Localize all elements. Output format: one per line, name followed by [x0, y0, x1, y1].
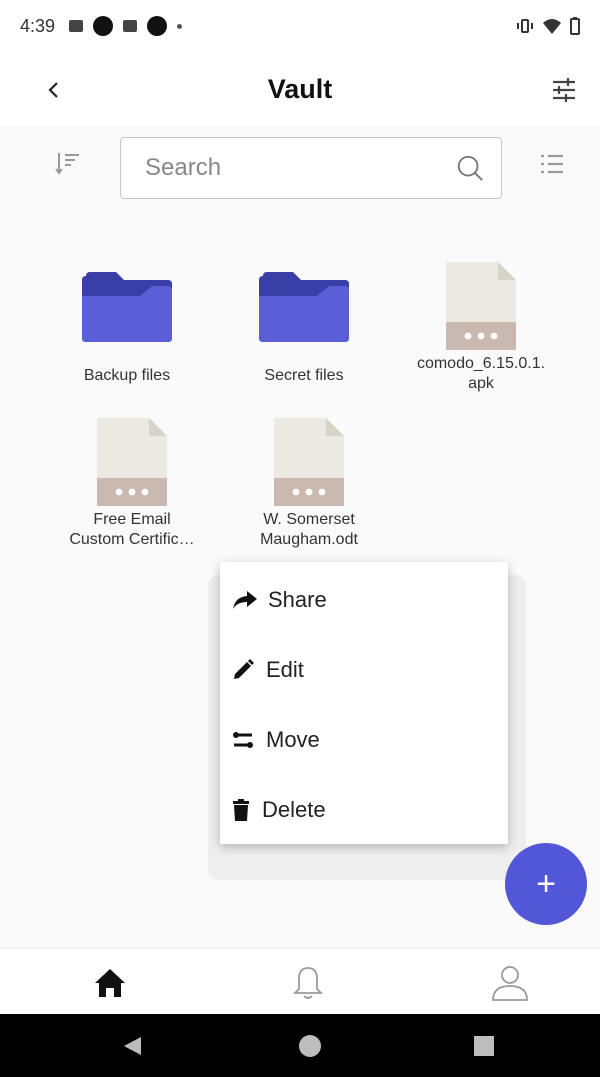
system-recents-button[interactable]: [470, 1032, 498, 1060]
home-circle-icon: [299, 1035, 321, 1057]
back-triangle-icon: [124, 1037, 141, 1055]
item-name-line1: comodo_6.15.0.1.: [416, 355, 546, 372]
system-back-button[interactable]: [118, 1032, 146, 1060]
item-name: Backup files: [83, 367, 171, 384]
share-icon: [232, 587, 258, 613]
image-notification-icon: [69, 20, 84, 32]
search-box[interactable]: [120, 137, 502, 199]
item-name-line2: Maugham.odt: [260, 531, 358, 548]
file-item[interactable]: Free Email Custom Certific…: [47, 418, 217, 550]
file-icon: [97, 418, 167, 506]
folder-icon: [259, 272, 349, 342]
tune-icon: [553, 78, 575, 102]
person-icon: [492, 966, 528, 1001]
menu-item-label: Delete: [262, 797, 326, 822]
folder-item[interactable]: Backup files: [42, 272, 212, 386]
dot-notification-icon-2: [147, 16, 168, 36]
back-button[interactable]: [36, 72, 72, 108]
item-name-line2: Custom Certific…: [69, 531, 195, 548]
status-time: 4:39: [20, 15, 56, 36]
battery-icon: [570, 17, 580, 35]
page-title: Vault: [267, 73, 333, 104]
plus-icon: +: [536, 864, 556, 903]
menu-item-label: Share: [268, 587, 327, 612]
folder-item[interactable]: Secret files: [219, 272, 389, 386]
item-name-line1: Free Email: [93, 511, 171, 528]
notification-icons: [69, 16, 183, 36]
item-name-line1: W. Somerset: [263, 511, 355, 528]
sort-button[interactable]: [48, 144, 88, 184]
home-icon: [95, 969, 125, 997]
wifi-icon: [543, 19, 561, 34]
sort-icon: [55, 153, 79, 175]
menu-item-edit[interactable]: Edit: [220, 635, 508, 705]
nav-profile[interactable]: [488, 961, 532, 1005]
status-right: [516, 17, 580, 35]
menu-item-delete[interactable]: Delete: [220, 775, 508, 845]
file-icon: [446, 262, 516, 350]
more-notifications-icon: [177, 23, 183, 29]
item-name-line2: apk: [468, 375, 494, 392]
mail-notification-icon: [123, 20, 138, 32]
vibrate-icon: [517, 19, 533, 33]
folder-icon: [82, 272, 172, 342]
menu-item-move[interactable]: Move: [220, 705, 508, 775]
search-input[interactable]: [145, 154, 455, 182]
dot-notification-icon: [93, 16, 114, 36]
trash-icon: [232, 797, 250, 823]
recents-square-icon: [474, 1036, 494, 1056]
bell-icon: [292, 967, 324, 999]
file-item[interactable]: W. Somerset Maugham.odt: [224, 418, 394, 550]
system-navigation-bar: [0, 1014, 600, 1077]
bottom-navigation: [0, 948, 600, 1014]
list-view-icon: [541, 154, 563, 174]
view-mode-button[interactable]: [532, 144, 572, 184]
menu-item-label: Edit: [266, 657, 304, 682]
file-item[interactable]: comodo_6.15.0.1. apk: [396, 262, 566, 394]
nav-notifications[interactable]: [286, 961, 330, 1005]
status-bar: 4:39: [0, 0, 600, 52]
item-name: Secret files: [264, 367, 344, 384]
system-home-button[interactable]: [296, 1032, 324, 1060]
search-row: [0, 126, 600, 216]
menu-item-share[interactable]: Share: [220, 565, 508, 635]
chevron-left-icon: [48, 82, 58, 98]
filter-button[interactable]: [546, 72, 582, 108]
move-icon: [232, 727, 254, 753]
nav-home[interactable]: [88, 961, 132, 1005]
search-icon[interactable]: [455, 152, 485, 184]
file-icon: [274, 418, 344, 506]
pencil-icon: [232, 657, 254, 683]
context-menu: Share Edit Move Delete: [220, 562, 508, 844]
top-app-bar: Vault: [0, 52, 600, 126]
menu-item-label: Move: [266, 727, 320, 752]
add-button[interactable]: +: [505, 843, 587, 925]
